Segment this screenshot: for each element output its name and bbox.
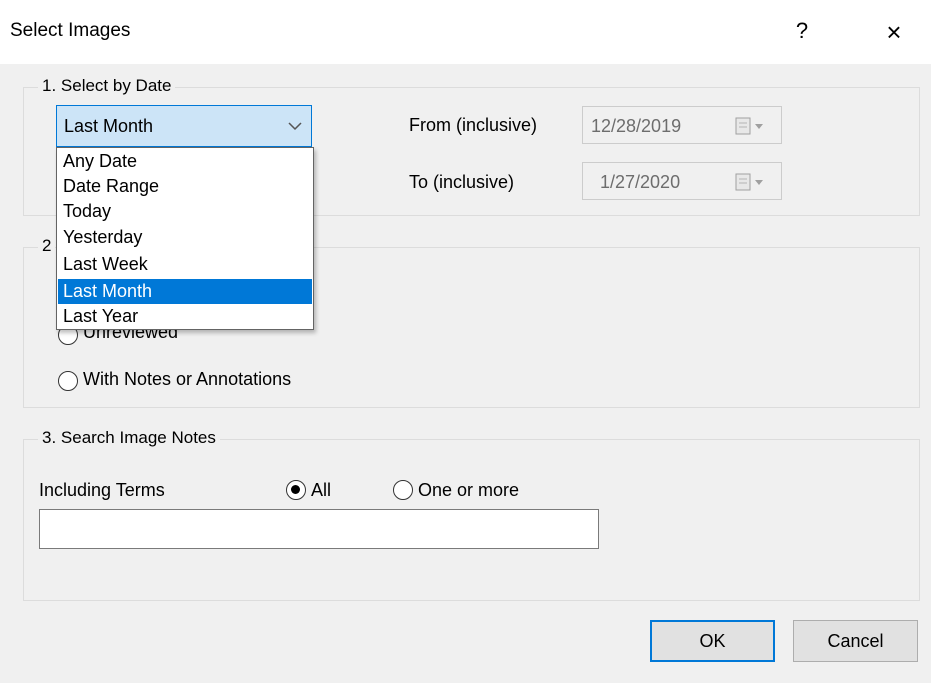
dropdown-item[interactable]: Today [58, 199, 312, 224]
calendar-icon [735, 117, 763, 135]
dropdown-item[interactable]: Last Week [58, 252, 312, 277]
dropdown-item[interactable]: Last Year [58, 304, 312, 329]
dropdown-item-selected[interactable]: Last Month [58, 279, 312, 304]
dropdown-item[interactable]: Any Date [58, 149, 312, 174]
chevron-down-icon [288, 122, 302, 131]
select-images-dialog: Select Images ? × 1. Select by Date Last… [0, 0, 931, 683]
close-button[interactable]: × [876, 16, 912, 48]
including-terms-label: Including Terms [39, 480, 165, 500]
notes-annotations-radio[interactable] [58, 371, 78, 391]
dropdown-item[interactable]: Yesterday [58, 225, 312, 250]
cancel-button[interactable]: Cancel [793, 620, 918, 662]
to-date-picker[interactable]: 1/27/2020 [582, 162, 782, 200]
review-status-legend: 2 [38, 236, 56, 256]
from-date-value: 12/28/2019 [591, 116, 682, 136]
date-filter-dropdown-list[interactable]: Any Date Date Range Today Yesterday Last… [56, 147, 314, 330]
search-terms-input[interactable] [39, 509, 599, 549]
one-or-more-label: One or more [418, 480, 520, 500]
dialog-title: Select Images [10, 20, 131, 41]
calendar-icon [735, 173, 763, 191]
help-button[interactable]: ? [790, 17, 814, 45]
radio-selected-dot [291, 485, 300, 494]
all-terms-radio[interactable] [286, 480, 306, 500]
date-filter-value: Last Month [64, 116, 154, 136]
to-date-value: 1/27/2020 [600, 172, 681, 192]
search-notes-legend: 3. Search Image Notes [38, 428, 220, 448]
one-or-more-radio[interactable] [393, 480, 413, 500]
all-terms-label: All [311, 480, 332, 500]
date-filter-combo[interactable]: Last Month [56, 105, 312, 147]
from-label: From (inclusive) [409, 115, 538, 135]
to-label: To (inclusive) [409, 172, 515, 192]
dropdown-item[interactable]: Date Range [58, 174, 312, 199]
from-date-picker[interactable]: 12/28/2019 [582, 106, 782, 144]
select-by-date-legend: 1. Select by Date [38, 76, 176, 96]
notes-annotations-label: With Notes or Annotations [83, 369, 292, 389]
title-bar: Select Images ? × [0, 0, 931, 64]
ok-button[interactable]: OK [650, 620, 775, 662]
